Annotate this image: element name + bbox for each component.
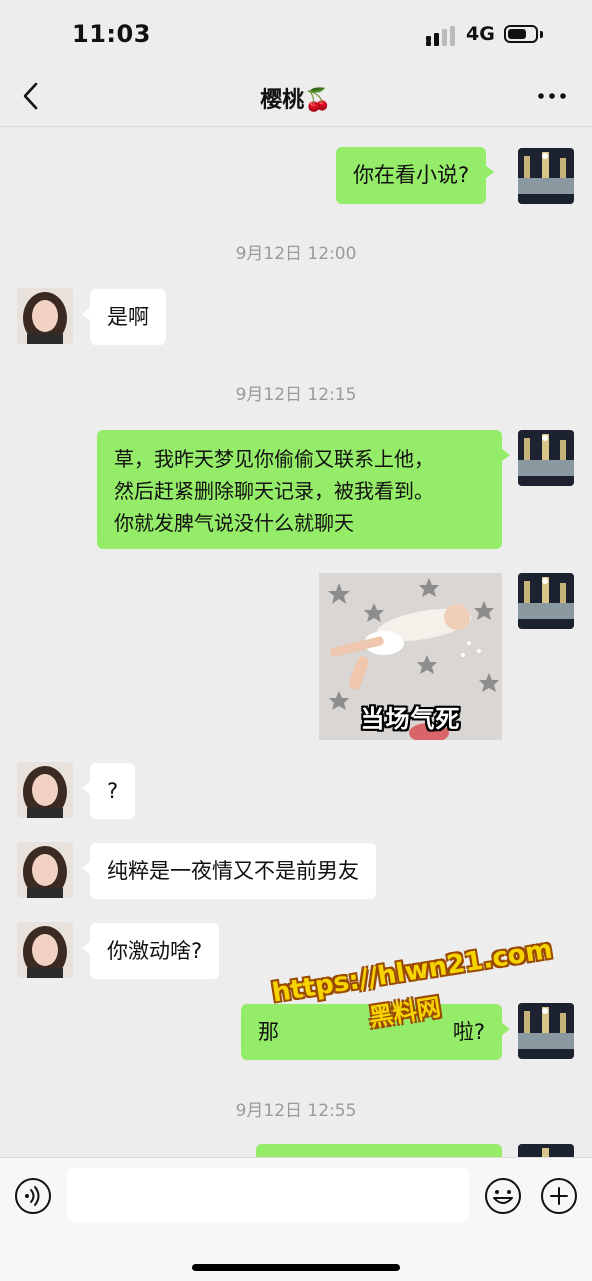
message-bubble[interactable]: 纯粹是一夜情又不是前男友 (82, 843, 376, 899)
message-bubble[interactable]: 你在看小说? (336, 147, 495, 204)
avatar-image (17, 288, 73, 344)
battery-cap (540, 31, 543, 38)
message-input[interactable] (67, 1168, 469, 1222)
avatar[interactable] (518, 430, 574, 486)
watermark: https://hlwn21.com 黑料网 (270, 935, 554, 1032)
battery-icon (504, 25, 538, 43)
sticker-image[interactable]: 当场气死 (319, 573, 502, 740)
avatar[interactable] (17, 922, 73, 978)
message-text: 纯粹是一夜情又不是前男友 (107, 859, 359, 883)
message-timestamp: 9月12日 12:55 (235, 1101, 357, 1121)
message-timestamp: 9月12日 12:15 (235, 385, 357, 405)
message-text: 是啊 (107, 305, 149, 329)
message-bubble[interactable] (256, 1144, 502, 1157)
status-bar: 11:03 4G (0, 0, 592, 66)
home-indicator[interactable] (192, 1264, 400, 1271)
battery-level (508, 29, 526, 39)
chat-input-bar (0, 1157, 592, 1281)
message-bubble[interactable]: 草，我昨天梦见你偷偷又联系上他， 然后赶紧删除聊天记录，被我看到。 你就发脾气说… (97, 430, 510, 549)
plus-circle-icon[interactable] (540, 1177, 578, 1215)
signal-icon (426, 26, 455, 46)
chat-title: 樱桃🍒 (260, 88, 332, 113)
avatar[interactable] (17, 842, 73, 898)
avatar-image (17, 842, 73, 898)
chat-header: 樱桃🍒 (0, 66, 592, 127)
avatar-image (17, 922, 73, 978)
avatar-image (518, 1144, 574, 1157)
network-type: 4G (466, 23, 495, 45)
avatar-image (518, 430, 574, 486)
message-text-line: 然后赶紧删除聊天记录，被我看到。 (114, 479, 434, 503)
message-text: 啦? (452, 1020, 485, 1044)
avatar[interactable] (518, 1144, 574, 1157)
avatar-image (518, 573, 574, 629)
avatar-image (17, 762, 73, 818)
message-text: 你激动啥? (107, 939, 203, 963)
sticker-caption: 当场气死 (360, 705, 461, 733)
ellipsis-icon[interactable] (536, 90, 568, 102)
avatar[interactable] (518, 148, 574, 204)
avatar-image (518, 1003, 574, 1059)
message-text-line: 草，我昨天梦见你偷偷又联系上他， (114, 447, 434, 471)
emoji-icon[interactable] (484, 1177, 522, 1215)
avatar[interactable] (518, 573, 574, 629)
chat-message-list[interactable]: 你在看小说? 9月12日 12:00 是啊 9月12日 12:15 草，我昨天梦… (0, 127, 592, 1157)
avatar[interactable] (17, 288, 73, 344)
avatar[interactable] (518, 1003, 574, 1059)
message-text: ? (107, 779, 119, 803)
message-bubble[interactable]: ? (81, 763, 136, 819)
voice-icon[interactable] (14, 1177, 52, 1215)
message-text-line: 你就发脾气说没什么就聊天 (114, 511, 354, 535)
message-timestamp: 9月12日 12:00 (235, 244, 357, 264)
message-bubble[interactable]: 你激动啥? (81, 923, 220, 979)
message-text: 你在看小说? (353, 163, 470, 187)
status-time: 11:03 (72, 20, 151, 48)
message-text: 那 (258, 1020, 279, 1044)
avatar[interactable] (17, 762, 73, 818)
avatar-image (518, 148, 574, 204)
message-bubble[interactable]: 是啊 (82, 289, 166, 345)
